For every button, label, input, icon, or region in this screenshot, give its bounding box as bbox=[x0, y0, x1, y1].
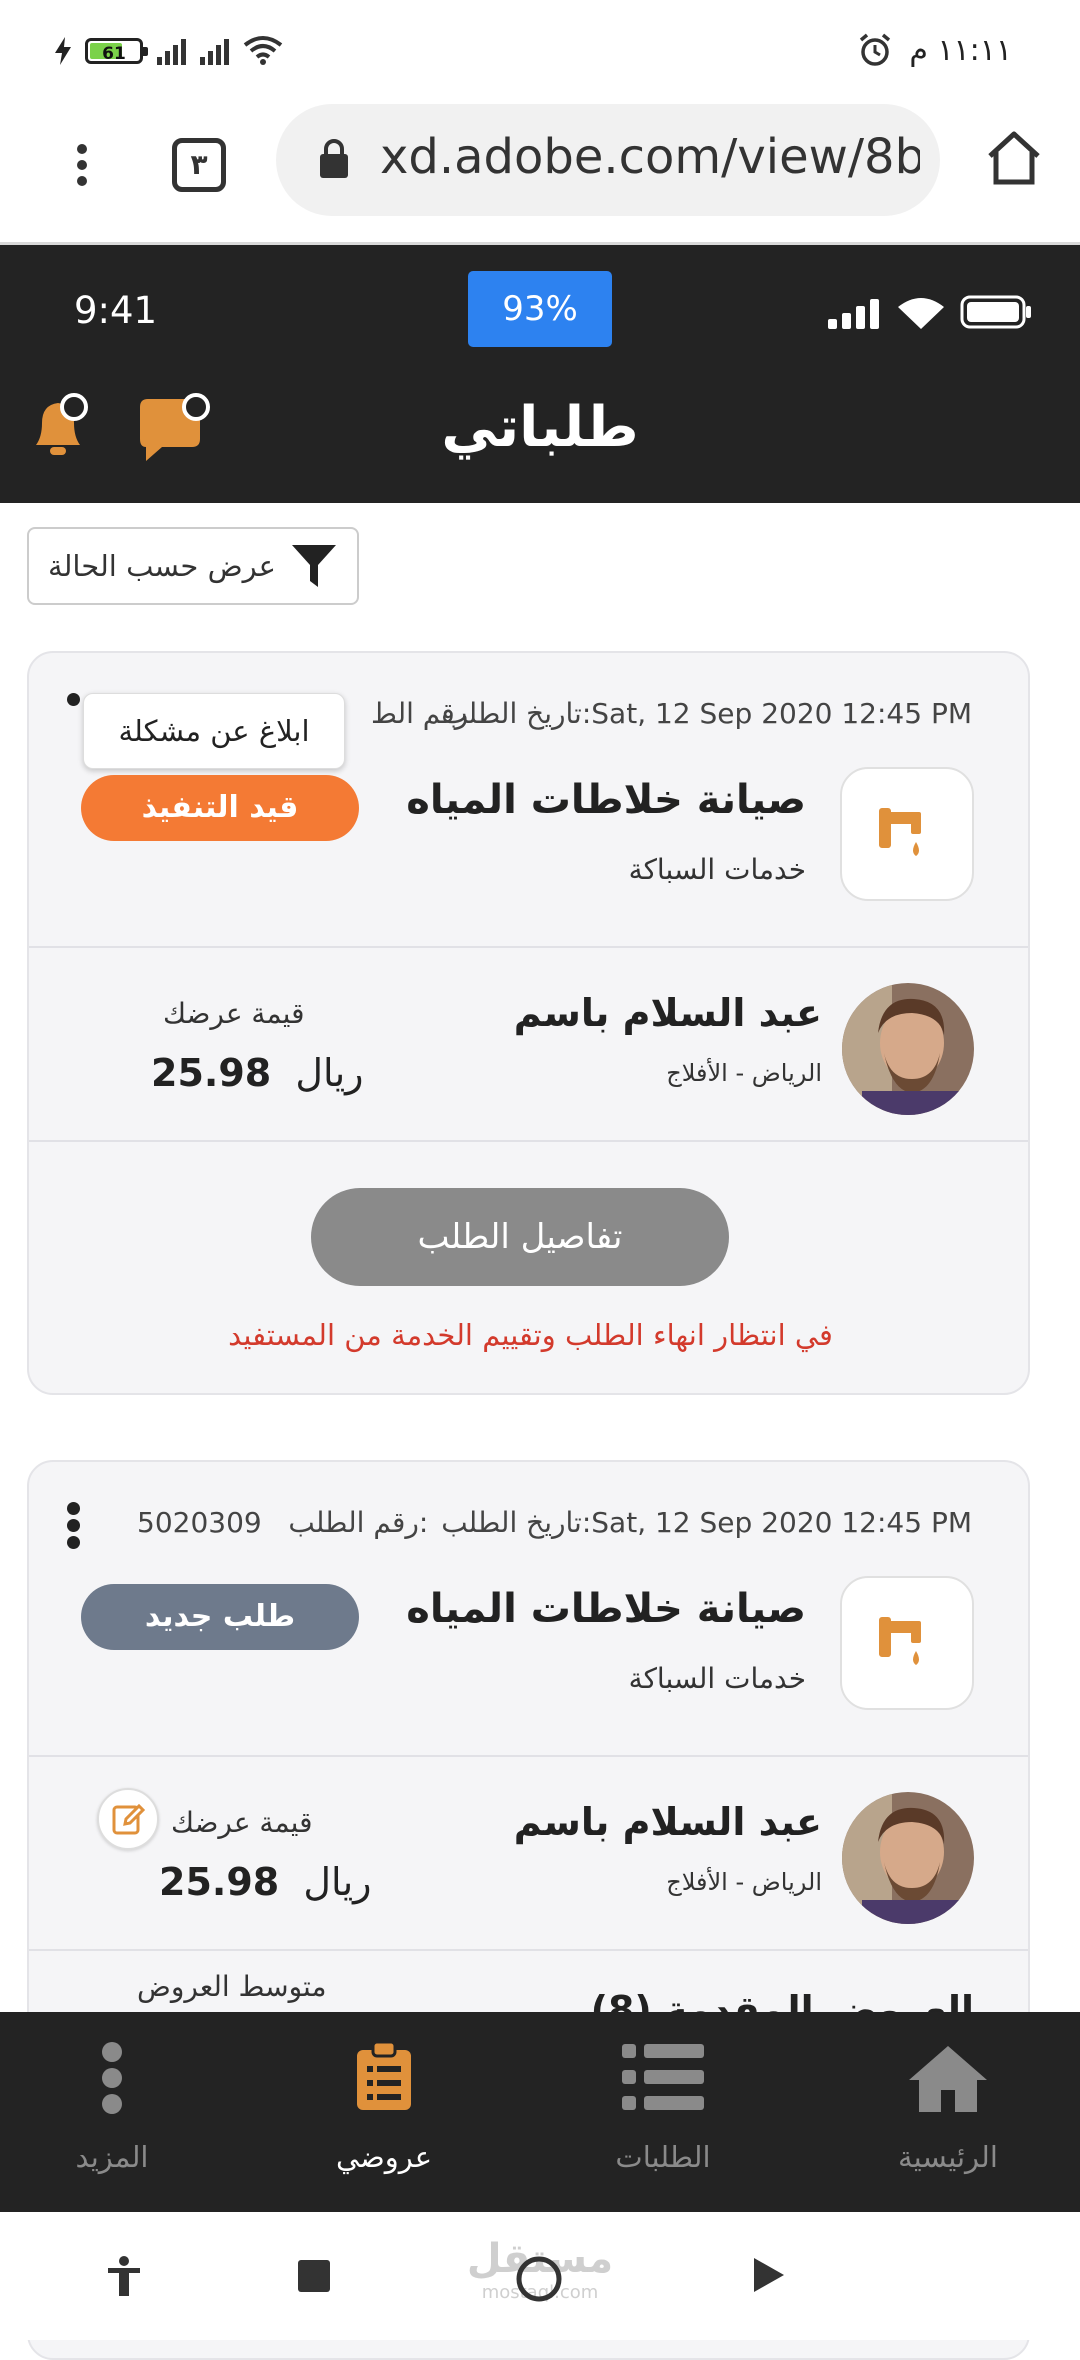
tabs-button[interactable]: ٣ bbox=[172, 138, 226, 192]
service-title: صيانة خلاطات المياه bbox=[406, 1586, 806, 1632]
nav-item-more[interactable]: المزيد bbox=[2, 2012, 222, 2212]
filter-funnel-icon bbox=[291, 545, 336, 587]
service-title: صيانة خلاطات المياه bbox=[406, 777, 806, 823]
order-date: تاريخ الطلب:Sat, 12 Sep 2020 12:45 PM bbox=[441, 1506, 972, 1539]
edit-pencil-icon bbox=[112, 1803, 145, 1835]
android-navigation-bar: مستقل mostaql.com bbox=[0, 2212, 1080, 2340]
nav-label-my-offers: عروضي bbox=[335, 2140, 433, 2174]
nav-label-requests: الطلبات bbox=[615, 2140, 711, 2174]
card-divider bbox=[29, 1949, 1028, 1951]
faucet-icon bbox=[879, 1617, 921, 1665]
nav-item-requests[interactable]: الطلبات bbox=[553, 2012, 773, 2212]
battery-icon: 61 bbox=[85, 38, 148, 64]
clipboard-icon bbox=[357, 2042, 411, 2110]
service-category: خدمات السباكة bbox=[628, 853, 806, 886]
nav-label-home: الرئيسية bbox=[898, 2140, 998, 2174]
provider-name: عبد السلام باسم bbox=[513, 1800, 822, 1844]
ios-signal-icon bbox=[828, 299, 879, 329]
recents-button[interactable] bbox=[298, 2260, 330, 2292]
card-divider bbox=[29, 946, 1028, 948]
android-status-bar: 61 ١١:١١ م bbox=[0, 0, 1080, 100]
report-problem-menu-item[interactable]: ابلاغ عن مشكلة bbox=[83, 693, 345, 769]
order-number: 5020309 رقم الطلب: bbox=[137, 1506, 428, 1539]
notifications-bell-icon[interactable] bbox=[28, 393, 94, 463]
faucet-icon bbox=[879, 808, 921, 856]
service-category: خدمات السباكة bbox=[628, 1662, 806, 1695]
list-icon bbox=[622, 2044, 704, 2110]
card-divider bbox=[29, 1755, 1028, 1757]
filter-label: عرض حسب الحالة bbox=[48, 549, 276, 583]
percent-badge: 93% bbox=[468, 271, 612, 347]
offer-value: ريال 25.98 bbox=[159, 1860, 372, 1904]
wifi-icon bbox=[243, 36, 283, 65]
offer-currency: ريال bbox=[295, 1051, 364, 1095]
nav-item-home[interactable]: الرئيسية bbox=[838, 2012, 1058, 2212]
order-date-value: Sat, 12 Sep 2020 12:45 PM bbox=[591, 1506, 972, 1539]
provider-name: عبد السلام باسم bbox=[513, 991, 822, 1035]
ios-wifi-icon bbox=[898, 298, 944, 329]
card-divider bbox=[29, 1140, 1028, 1142]
provider-avatar bbox=[842, 1792, 974, 1924]
signal-icon bbox=[157, 37, 186, 65]
offer-amount: 25.98 bbox=[159, 1860, 280, 1904]
browser-menu-button[interactable] bbox=[62, 138, 102, 198]
messages-chat-icon[interactable] bbox=[136, 393, 212, 465]
ios-clock: 9:41 bbox=[74, 289, 158, 332]
app-header: 9:41 93% طلباتي bbox=[0, 245, 1080, 503]
offer-currency: ريال bbox=[303, 1860, 372, 1904]
order-number-value: 5020309 bbox=[137, 1506, 262, 1539]
browser-toolbar: ٣ xd.adobe.com/view/8b bbox=[0, 100, 1080, 245]
status-note: في انتظار انهاء الطلب وتقييم الخدمة من ا… bbox=[228, 1318, 833, 1352]
page-title: طلباتي bbox=[441, 395, 639, 460]
order-details-button[interactable]: تفاصيل الطلب bbox=[311, 1188, 729, 1286]
order-options-button[interactable] bbox=[59, 1498, 87, 1558]
order-date-value: Sat, 12 Sep 2020 12:45 PM bbox=[591, 697, 972, 730]
status-left-group: 61 bbox=[55, 30, 283, 72]
battery-level: 61 bbox=[102, 44, 126, 64]
charging-icon bbox=[55, 37, 71, 65]
signal-icon-2 bbox=[200, 37, 229, 65]
status-badge: قيد التنفيذ bbox=[81, 775, 359, 841]
ios-battery-icon bbox=[960, 295, 1031, 329]
offer-label: قيمة عرضك bbox=[171, 1806, 313, 1839]
order-date-label: تاريخ الطلب: bbox=[441, 1506, 592, 1539]
nav-label-more: المزيد bbox=[75, 2140, 149, 2174]
home-icon bbox=[909, 2046, 987, 2112]
order-number-label: رقم الط bbox=[371, 697, 469, 730]
url-text[interactable]: xd.adobe.com/view/8b bbox=[380, 122, 920, 192]
alarm-icon bbox=[860, 33, 891, 66]
accessibility-icon[interactable] bbox=[106, 2256, 142, 2296]
provider-location: الرياض - الأفلاج bbox=[666, 1868, 822, 1896]
status-right-group: ١١:١١ م bbox=[857, 24, 1012, 76]
offer-amount: 25.98 bbox=[151, 1051, 272, 1095]
offer-label: قيمة عرضك bbox=[163, 997, 305, 1030]
average-offers-label: متوسط العروض bbox=[137, 1970, 327, 2003]
home-button[interactable] bbox=[514, 2254, 564, 2304]
offer-value: ريال 25.98 bbox=[151, 1051, 364, 1095]
provider-avatar bbox=[842, 983, 974, 1115]
bottom-navigation: الرئيسية الطلبات عروضي المزيد bbox=[0, 2012, 1080, 2212]
filter-by-status-button[interactable]: عرض حسب الحالة bbox=[27, 527, 359, 605]
browser-home-icon[interactable] bbox=[984, 128, 1044, 188]
back-button[interactable] bbox=[752, 2256, 786, 2294]
service-icon-box bbox=[840, 767, 974, 901]
order-card: تاريخ الطلب:Sat, 12 Sep 2020 12:45 PM رق… bbox=[27, 651, 1030, 1395]
service-icon-box bbox=[840, 1576, 974, 1710]
order-number-label: رقم الطلب: bbox=[288, 1506, 429, 1539]
order-date: تاريخ الطلب:Sat, 12 Sep 2020 12:45 PM bbox=[441, 697, 972, 730]
provider-location: الرياض - الأفلاج bbox=[666, 1059, 822, 1087]
edit-offer-button[interactable] bbox=[97, 1788, 159, 1850]
more-vertical-icon bbox=[102, 2042, 122, 2114]
android-clock: ١١:١١ م bbox=[909, 32, 1012, 68]
lock-icon bbox=[320, 139, 348, 178]
status-badge: طلب جديد bbox=[81, 1584, 359, 1650]
ios-status-icons bbox=[828, 295, 1032, 329]
nav-item-my-offers[interactable]: عروضي bbox=[274, 2012, 494, 2212]
